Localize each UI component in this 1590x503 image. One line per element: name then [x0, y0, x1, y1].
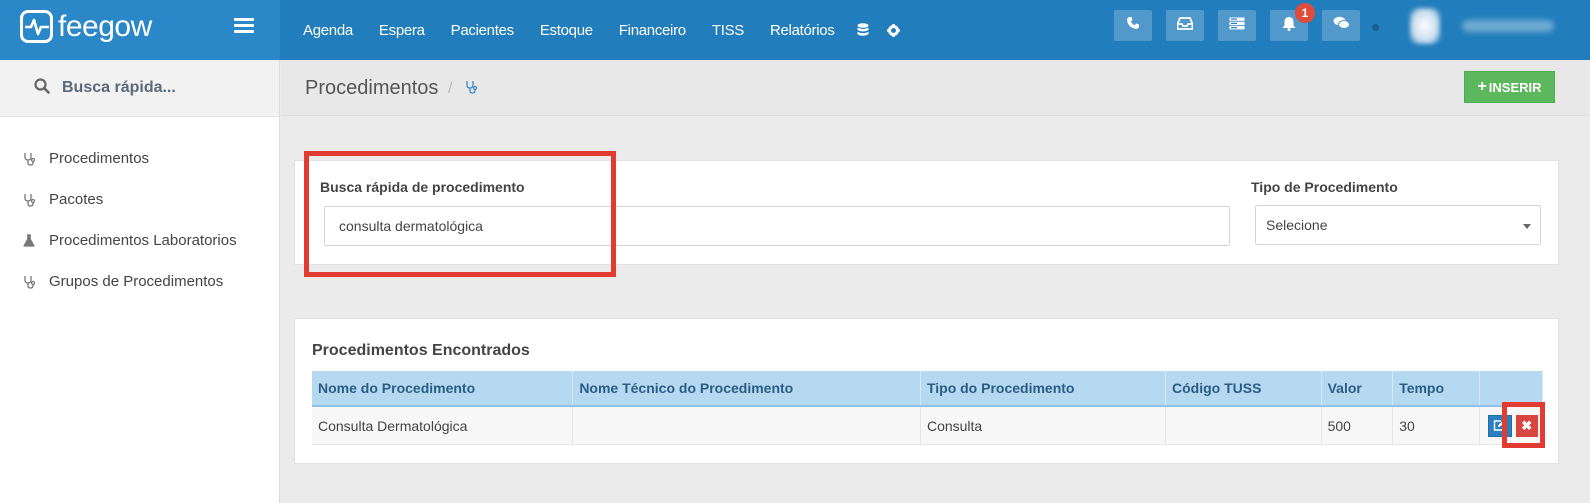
nav-espera[interactable]: Espera: [366, 22, 438, 39]
logo-text: feegow: [58, 10, 152, 43]
user-name-blurred[interactable]: [1462, 20, 1554, 32]
procedure-search-input[interactable]: [324, 206, 1230, 246]
nav-tiss[interactable]: TISS: [699, 22, 757, 39]
col-nome[interactable]: Nome do Procedimento: [312, 371, 574, 407]
database-icon[interactable]: [848, 23, 878, 37]
sidebar-menu: Procedimentos Pacotes Procedimentos Labo…: [0, 117, 279, 302]
col-codigo-tuss[interactable]: Código TUSS: [1165, 371, 1322, 407]
stethoscope-icon: [22, 152, 36, 166]
sidebar-item-procedimentos[interactable]: Procedimentos: [0, 138, 279, 179]
insert-button[interactable]: + INSERIR: [1464, 71, 1555, 103]
gear-icon[interactable]: [878, 23, 909, 37]
cell-nome-tecnico: [572, 406, 921, 445]
server-icon: [1229, 17, 1245, 35]
procedure-type-select[interactable]: Selecione: [1255, 205, 1541, 245]
procedure-search-label: Busca rápida de procedimento: [320, 179, 525, 195]
stethoscope-icon: [465, 80, 478, 99]
breadcrumb-separator: /: [448, 80, 453, 97]
sidebar-item-grupos-de-procedimentos[interactable]: Grupos de Procedimentos: [0, 261, 279, 302]
results-panel: Procedimentos Encontrados Nome do Proced…: [294, 318, 1559, 464]
page-header: Procedimentos / + INSERIR: [281, 60, 1590, 116]
server-button[interactable]: [1218, 10, 1256, 41]
cell-tipo: Consulta: [920, 406, 1166, 445]
page-title: Procedimentos: [305, 77, 439, 99]
top-action-buttons: 1: [1114, 3, 1374, 41]
col-nome-tecnico[interactable]: Nome Técnico do Procedimento: [572, 371, 921, 407]
inbox-icon: [1176, 16, 1194, 35]
status-dot: [1372, 24, 1379, 31]
results-table: Nome do Procedimento Nome Técnico do Pro…: [312, 371, 1544, 445]
filters-panel: Busca rápida de procedimento Tipo de Pro…: [294, 160, 1559, 265]
sidebar-item-label: Procedimentos Laboratorios: [49, 232, 237, 249]
edit-icon: [1493, 418, 1506, 434]
cell-valor: 500: [1321, 406, 1394, 445]
cell-nome: Consulta Dermatológica: [312, 406, 574, 445]
stethoscope-icon: [22, 193, 36, 207]
search-icon: [34, 77, 50, 99]
main-nav: Agenda Espera Pacientes Estoque Financei…: [290, 0, 909, 60]
col-valor[interactable]: Valor: [1321, 371, 1394, 407]
col-actions: [1479, 371, 1544, 407]
nav-pacientes[interactable]: Pacientes: [438, 22, 527, 39]
bell-icon: [1282, 16, 1296, 36]
sidebar-search: [0, 60, 279, 117]
col-tipo[interactable]: Tipo do Procedimento: [920, 371, 1166, 407]
feegow-logo-icon: [20, 10, 53, 43]
inbox-button[interactable]: [1166, 10, 1204, 41]
top-navbar: feegow Agenda Espera Pacientes Estoque F…: [0, 0, 1590, 60]
delete-button[interactable]: ✖: [1515, 415, 1538, 437]
chat-icon: [1333, 16, 1350, 35]
insert-button-label: INSERIR: [1488, 79, 1542, 95]
table-header-row: Nome do Procedimento Nome Técnico do Pro…: [312, 371, 1544, 407]
nav-financeiro[interactable]: Financeiro: [606, 22, 699, 39]
cell-actions: ✖: [1479, 406, 1544, 445]
flask-icon: [22, 234, 36, 247]
menu-toggle-icon[interactable]: [234, 18, 254, 34]
sidebar-item-procedimentos-laboratorios[interactable]: Procedimentos Laboratorios: [0, 220, 279, 261]
phone-icon: [1126, 16, 1140, 35]
close-icon: ✖: [1521, 418, 1533, 433]
table-row[interactable]: Consulta Dermatológica Consulta 500 30 ✖: [312, 406, 1544, 445]
col-tempo[interactable]: Tempo: [1392, 371, 1480, 407]
nav-relatorios[interactable]: Relatórios: [757, 22, 848, 39]
user-avatar[interactable]: [1410, 8, 1440, 44]
nav-estoque[interactable]: Estoque: [527, 22, 606, 39]
notification-badge: 1: [1295, 3, 1315, 23]
procedure-type-label: Tipo de Procedimento: [1251, 179, 1398, 195]
stethoscope-icon: [22, 275, 36, 289]
sidebar: Procedimentos Pacotes Procedimentos Labo…: [0, 60, 280, 503]
edit-button[interactable]: [1487, 415, 1512, 437]
quick-search-input[interactable]: [62, 79, 262, 97]
notifications-button[interactable]: 1: [1270, 3, 1315, 41]
sidebar-item-label: Grupos de Procedimentos: [49, 273, 224, 290]
chat-button[interactable]: [1322, 10, 1360, 41]
logo-area: feegow: [0, 0, 280, 60]
procedure-type-selected: Selecione: [1266, 217, 1328, 233]
nav-agenda[interactable]: Agenda: [290, 22, 366, 39]
sidebar-item-label: Pacotes: [49, 191, 104, 208]
chevron-down-icon: [1523, 224, 1531, 229]
sidebar-item-label: Procedimentos: [49, 150, 150, 167]
results-title: Procedimentos Encontrados: [312, 342, 530, 359]
cell-tempo: 30: [1392, 406, 1480, 445]
sidebar-item-pacotes[interactable]: Pacotes: [0, 179, 279, 220]
phone-button[interactable]: [1114, 10, 1152, 41]
cell-codigo-tuss: [1165, 406, 1322, 445]
plus-icon: +: [1477, 78, 1487, 95]
